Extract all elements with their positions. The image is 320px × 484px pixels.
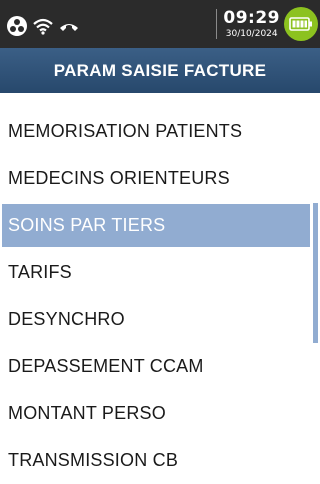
menu-item-medecins-orienteurs[interactable]: MEDECINS ORIENTEURS: [0, 155, 312, 202]
title-bar: PARAM SAISIE FACTURE: [0, 48, 320, 93]
scrollbar[interactable]: [313, 203, 318, 343]
status-icons: [6, 15, 80, 41]
menu-item-depassement-ccam[interactable]: DEPASSEMENT CCAM: [0, 343, 312, 390]
menu-item-transmission-cb[interactable]: TRANSMISSION CB: [0, 437, 312, 484]
page-title: PARAM SAISIE FACTURE: [53, 60, 267, 80]
phone-icon: [58, 19, 80, 38]
menu-item-soins-par-tiers[interactable]: SOINS PAR TIERS: [2, 204, 310, 247]
menu-item-desynchro[interactable]: DESYNCHRO: [0, 296, 312, 343]
settings-menu-list: MEMORISATION PATIENTS MEDECINS ORIENTEUR…: [0, 108, 312, 484]
clock: 09:29 30/10/2024: [223, 7, 280, 39]
menu-item-montant-perso[interactable]: MONTANT PERSO: [0, 390, 312, 437]
menu-item-memorisation-patients[interactable]: MEMORISATION PATIENTS: [0, 108, 312, 155]
status-divider: [216, 9, 218, 39]
status-right: 09:29 30/10/2024: [216, 0, 320, 48]
clock-date: 30/10/2024: [225, 28, 278, 39]
network-icon: [6, 15, 28, 41]
wifi-icon: [32, 17, 54, 39]
status-bar: 09:29 30/10/2024: [0, 0, 320, 48]
clock-time: 09:29: [223, 7, 280, 28]
menu-item-tarifs[interactable]: TARIFS: [0, 249, 312, 296]
battery-icon: [284, 7, 318, 41]
